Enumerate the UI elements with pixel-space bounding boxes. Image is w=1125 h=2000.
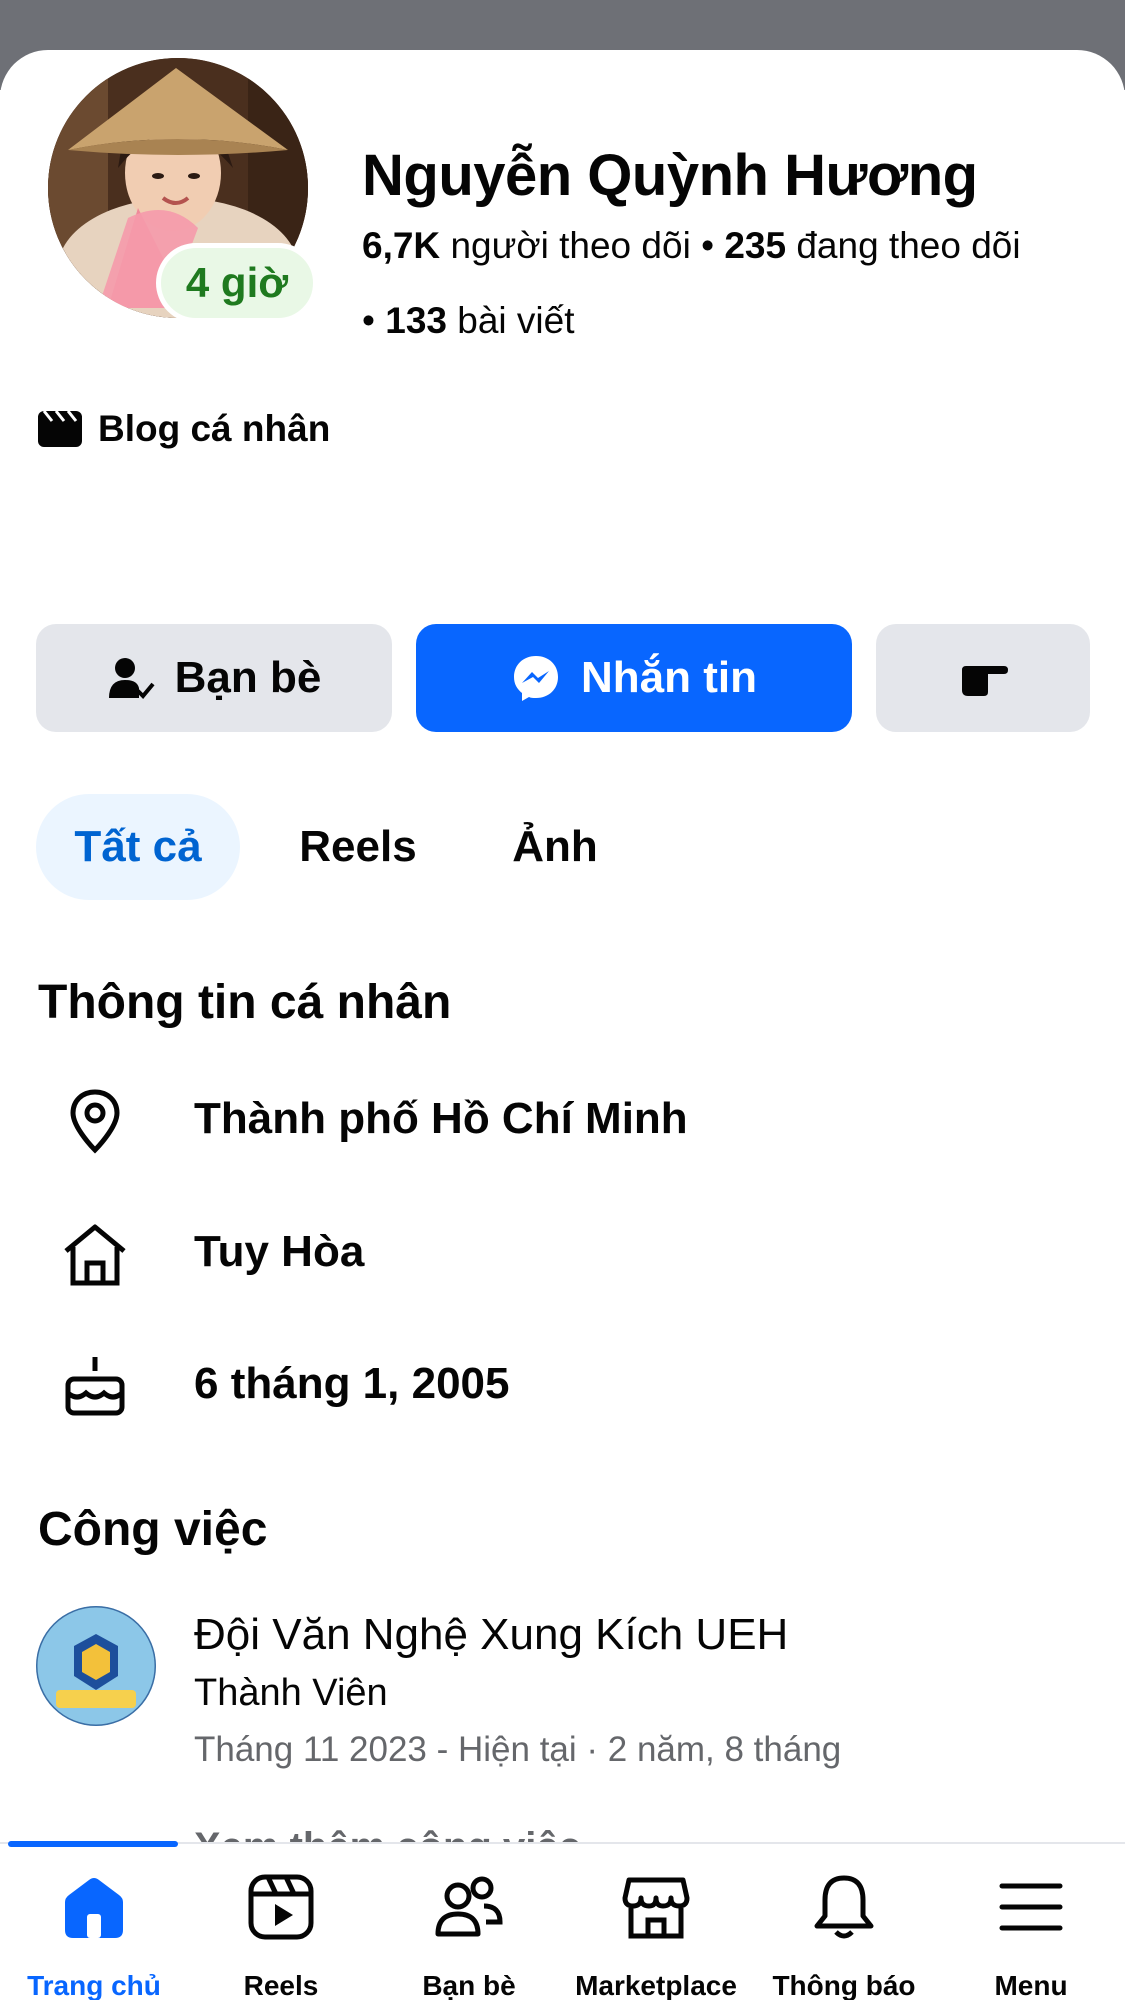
birthday-text: 6 tháng 1, 2005 bbox=[194, 1359, 510, 1408]
poke-hand-icon bbox=[962, 666, 1008, 696]
work-role: Thành Viên bbox=[194, 1672, 388, 1714]
nav-reels-label: Reels bbox=[243, 1970, 319, 2000]
bell-icon bbox=[814, 1875, 874, 1939]
current-city-row: Thành phố Hồ Chí Minh bbox=[0, 1080, 1125, 1160]
profile-stats-line-1: 6,7K người theo dõi • 235 đang theo dõi bbox=[362, 225, 1021, 267]
profile-stats-line-2: • 133 bài viết bbox=[362, 300, 575, 342]
tab-all[interactable]: Tất cả bbox=[36, 794, 240, 900]
following-count[interactable]: 235 bbox=[724, 225, 786, 266]
posts-count: 133 bbox=[385, 300, 447, 341]
followers-label[interactable]: người theo dõi bbox=[450, 225, 690, 266]
work-org-name[interactable]: Đội Văn Nghệ Xung Kích UEH bbox=[194, 1610, 788, 1660]
org-logo-image bbox=[36, 1606, 156, 1726]
nav-home[interactable]: Trang chủ bbox=[0, 1844, 188, 2000]
hometown-text: Tuy Hòa bbox=[194, 1227, 365, 1276]
message-button[interactable]: Nhắn tin bbox=[416, 624, 852, 732]
tab-reels[interactable]: Reels bbox=[280, 794, 436, 900]
friends-button[interactable]: Bạn bè bbox=[36, 624, 392, 732]
work-org-logo[interactable] bbox=[36, 1606, 156, 1726]
profile-name: Nguyễn Quỳnh Hương bbox=[362, 143, 978, 208]
marketplace-icon bbox=[622, 1877, 690, 1939]
profile-sheet: 4 giờ Nguyễn Quỳnh Hương 6,7K người theo… bbox=[0, 50, 1125, 2000]
posts-label: bài viết bbox=[457, 300, 575, 341]
followers-count[interactable]: 6,7K bbox=[362, 225, 440, 266]
nav-home-label: Trang chủ bbox=[27, 1970, 161, 2000]
following-label[interactable]: đang theo dõi bbox=[796, 225, 1020, 266]
friends-icon bbox=[435, 1876, 503, 1937]
stats-separator: • bbox=[701, 225, 715, 266]
nav-notifications[interactable]: Thông báo bbox=[750, 1844, 938, 2000]
reels-icon bbox=[248, 1874, 314, 1940]
nav-menu[interactable]: Menu bbox=[937, 1844, 1125, 2000]
nav-notifications-label: Thông báo bbox=[772, 1970, 916, 2000]
story-badge[interactable]: 4 giờ bbox=[156, 243, 318, 323]
friend-check-icon bbox=[108, 658, 155, 699]
profile-category-label: Blog cá nhân bbox=[98, 408, 331, 449]
profile-category: Blog cá nhân bbox=[38, 408, 330, 450]
menu-icon bbox=[999, 1883, 1063, 1931]
location-pin-icon bbox=[70, 1089, 120, 1154]
tab-photos[interactable]: Ảnh bbox=[490, 794, 620, 900]
poke-button[interactable] bbox=[876, 624, 1090, 732]
nav-marketplace-label: Marketplace bbox=[575, 1970, 737, 2000]
nav-marketplace[interactable]: Marketplace bbox=[562, 1844, 750, 2000]
birthday-row: 6 tháng 1, 2005 bbox=[0, 1345, 1125, 1425]
hometown-row: Tuy Hòa bbox=[0, 1213, 1125, 1293]
nav-friends[interactable]: Bạn bè bbox=[375, 1844, 563, 2000]
work-title: Công việc bbox=[38, 1503, 268, 1556]
current-city-text: Thành phố Hồ Chí Minh bbox=[194, 1094, 688, 1143]
home-icon bbox=[65, 1878, 123, 1938]
clapperboard-icon bbox=[38, 411, 82, 447]
stats-separator: • bbox=[362, 300, 375, 341]
bottom-navigation: Trang chủ Reels Bạn bè Marketplace Thông… bbox=[0, 1841, 1125, 2000]
friends-button-label: Bạn bè bbox=[174, 653, 322, 702]
message-button-label: Nhắn tin bbox=[581, 653, 757, 702]
work-period: Tháng 11 2023 - Hiện tại · 2 năm, 8 thán… bbox=[194, 1730, 842, 1769]
birthday-cake-icon bbox=[65, 1357, 125, 1416]
nav-menu-label: Menu bbox=[994, 1970, 1068, 2000]
nav-friends-label: Bạn bè bbox=[422, 1970, 516, 2000]
nav-reels[interactable]: Reels bbox=[187, 1844, 375, 2000]
personal-info-title: Thông tin cá nhân bbox=[38, 976, 452, 1029]
messenger-icon bbox=[514, 656, 558, 701]
home-outline-icon bbox=[64, 1224, 126, 1286]
